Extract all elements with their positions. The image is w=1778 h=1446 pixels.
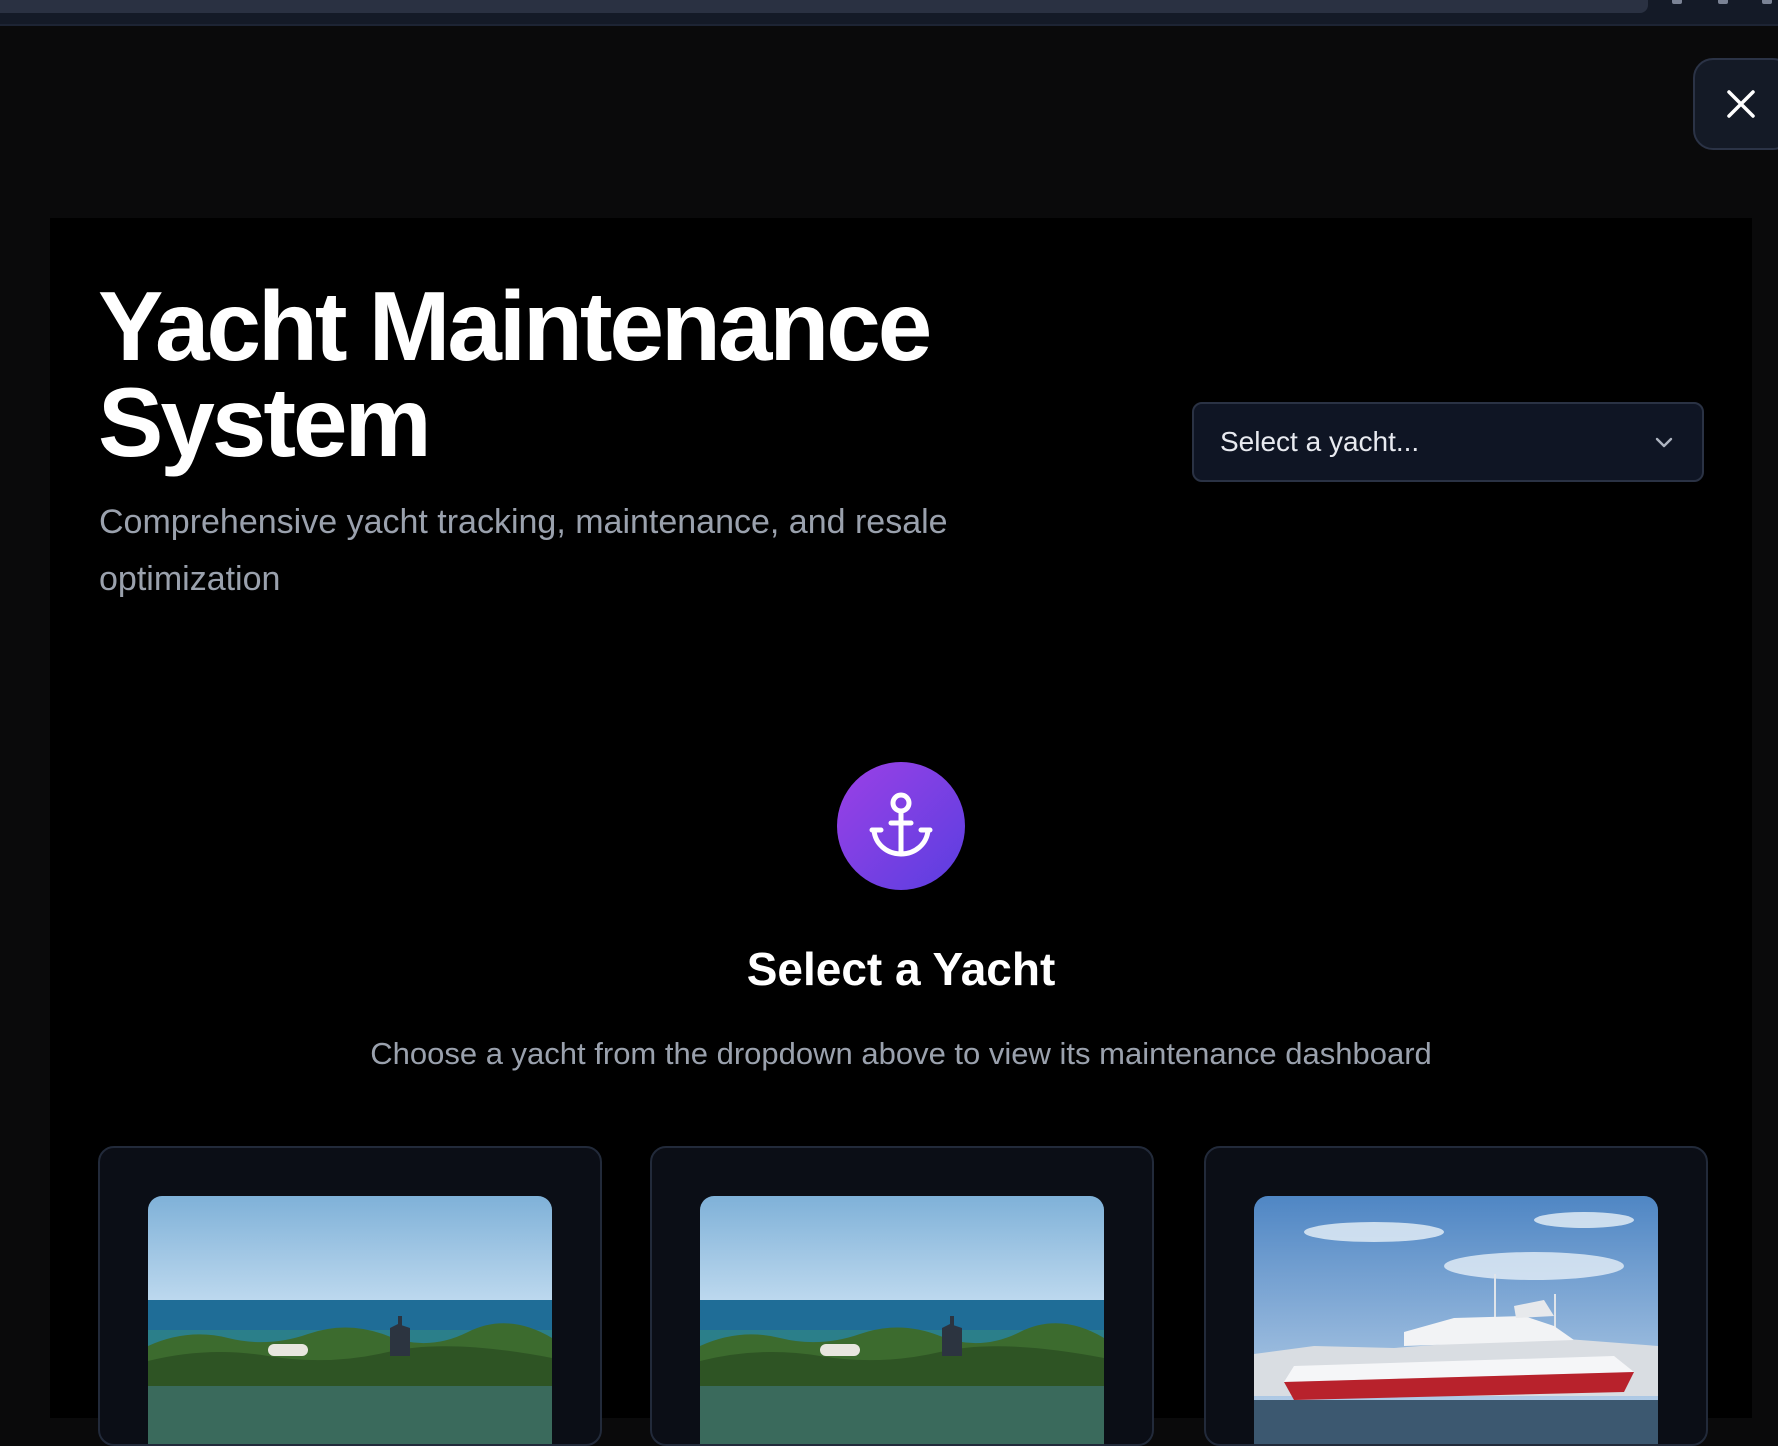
close-icon	[1727, 90, 1755, 118]
address-bar[interactable]	[0, 0, 1648, 13]
toolbar-icon[interactable]	[1718, 0, 1728, 4]
chevron-down-icon	[1655, 437, 1673, 448]
yacht-photo	[700, 1196, 1104, 1444]
yacht-photo	[148, 1196, 552, 1444]
yacht-card[interactable]	[98, 1146, 602, 1446]
page-title: Yacht Maintenance System	[98, 271, 932, 477]
toolbar-icon[interactable]	[1672, 0, 1682, 4]
yacht-photo	[1254, 1196, 1658, 1444]
main-panel: Yacht Maintenance System Comprehensive y…	[50, 218, 1752, 1446]
empty-state: Select a Yacht Choose a yacht from the d…	[50, 762, 1752, 1072]
empty-state-title: Select a Yacht	[746, 943, 1056, 995]
page-subtitle: Comprehensive yacht tracking, maintenanc…	[99, 503, 948, 598]
toolbar-divider	[0, 24, 1778, 26]
yacht-select-value: Select a yacht...	[1220, 426, 1420, 457]
close-button[interactable]	[1693, 58, 1778, 150]
toolbar-icon[interactable]	[1762, 0, 1772, 4]
anchor-icon	[869, 792, 933, 857]
browser-toolbar-strip	[0, 0, 1778, 26]
anchor-badge	[837, 762, 965, 890]
yacht-select-dropdown[interactable]: Select a yacht...	[1192, 402, 1704, 482]
yacht-card[interactable]	[1204, 1146, 1708, 1446]
yacht-card[interactable]	[650, 1146, 1154, 1446]
empty-state-description: Choose a yacht from the dropdown above t…	[370, 1036, 1432, 1071]
